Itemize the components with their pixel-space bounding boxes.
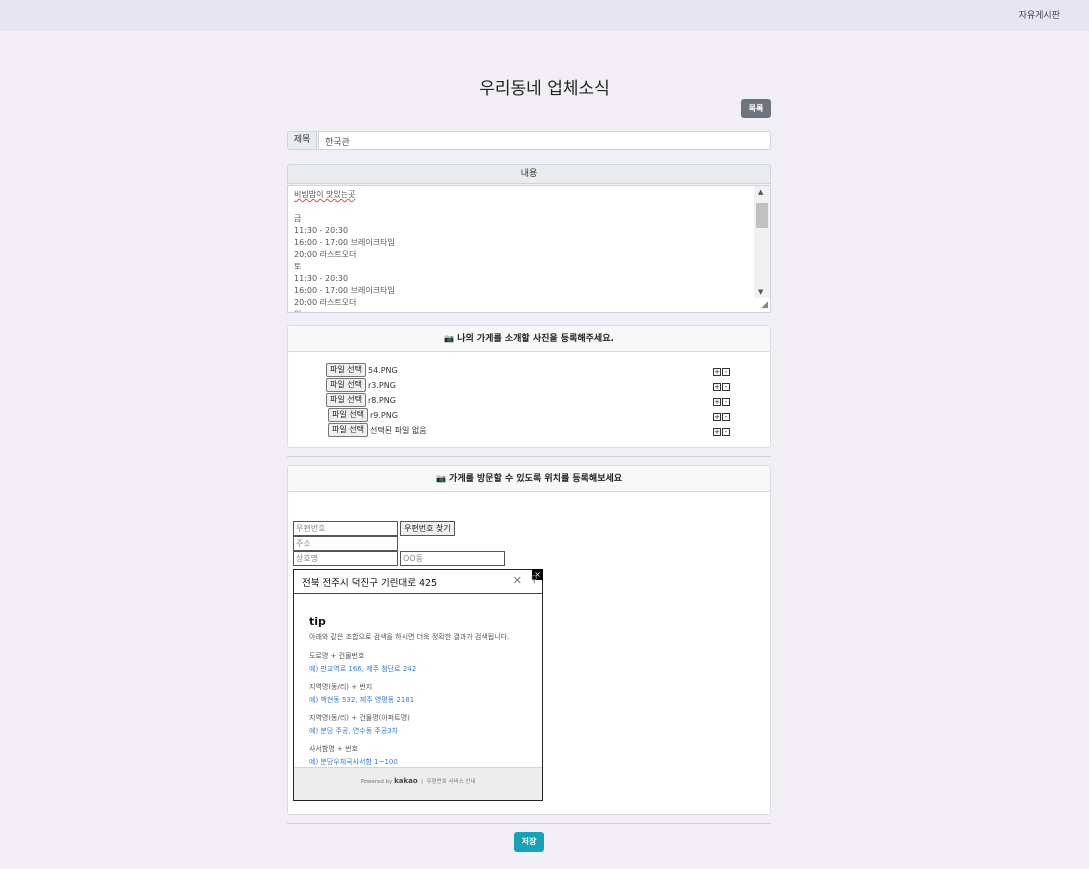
tip-example-label: 도로명 + 건물번호 <box>309 652 365 660</box>
content-line: 토 <box>294 262 302 271</box>
photo-card-header: 📷 나의 가게를 소개할 사진을 등록해주세요. <box>288 326 770 352</box>
file-select-button[interactable]: 파일 선택 <box>328 408 368 422</box>
address-input[interactable]: 주소 <box>293 536 398 551</box>
scroll-down-arrow-icon[interactable]: ▼ <box>758 288 763 296</box>
nav-free-board-link[interactable]: 자유게시판 <box>1019 8 1060 21</box>
file-name: r8.PNG <box>367 395 396 405</box>
content-scrollbar[interactable]: ▲ ▼ <box>754 186 770 298</box>
photo-upload-card: 📷 나의 가게를 소개할 사진을 등록해주세요. 파일 선택 54.PNG 파일 … <box>287 325 771 448</box>
file-row: 파일 선택 선택된 파일 없음 <box>328 423 427 437</box>
scroll-thumb[interactable] <box>756 203 768 228</box>
plus-icon[interactable]: + <box>713 413 721 421</box>
minus-icon[interactable]: - <box>722 368 730 376</box>
file-row: 파일 선택 r3.PNG <box>326 378 396 392</box>
file-row: 파일 선택 r9.PNG <box>328 408 398 422</box>
divider <box>287 823 771 824</box>
add-remove-controls: + - <box>713 397 731 406</box>
postcode-footer: Powered by kakao | 우편번호 서비스 안내 <box>294 767 542 800</box>
content-line: 비빔밥이 맛있는곳 <box>294 190 356 199</box>
minus-icon[interactable]: - <box>722 428 730 436</box>
plus-icon[interactable]: + <box>713 368 721 376</box>
location-card-header: 📷 가게를 방문할 수 있도록 위치를 등록해보세요 <box>288 466 770 492</box>
find-postcode-button[interactable]: 우편번호 찾기 <box>400 521 455 536</box>
postcode-input[interactable]: 우편번호 <box>293 521 398 536</box>
minus-icon[interactable]: - <box>722 383 730 391</box>
tip-example-value: 예) 분당 주공, 연수동 주공3차 <box>309 727 399 735</box>
top-navbar: 자유게시판 <box>0 0 1089 31</box>
content-line: 20:00 라스트오더 <box>294 250 357 259</box>
add-remove-controls: + - <box>713 382 731 391</box>
content-line: 20:00 라스트오더 <box>294 298 357 307</box>
content-header: 내용 <box>287 164 771 184</box>
tip-example-value: 예) 판교역로 166, 제주 첨단로 242 <box>309 665 417 673</box>
postcode-search-bar[interactable]: 전북 전주시 덕진구 기린대로 425 ✕ ⚲ <box>294 570 542 594</box>
file-select-button[interactable]: 파일 선택 <box>328 423 368 437</box>
title-input[interactable]: 한국관 <box>318 131 771 150</box>
location-card-title: 가게를 방문할 수 있도록 위치를 등록해보세요 <box>449 474 623 484</box>
kakao-logo: kakao <box>394 777 418 785</box>
title-label: 제목 <box>287 131 317 150</box>
powered-by-label: Powered by <box>360 779 393 785</box>
file-name: 54.PNG <box>367 365 398 375</box>
file-select-button[interactable]: 파일 선택 <box>326 378 366 392</box>
postcode-search-popup: × 전북 전주시 덕진구 기린대로 425 ✕ ⚲ tip 아래와 같은 조합으… <box>293 569 543 801</box>
tip-description: 아래와 같은 조합으로 검색을 하시면 더욱 정확한 결과가 검색됩니다. <box>309 633 510 641</box>
tip-example-value: 예) 백현동 532, 제주 영평동 2181 <box>309 696 415 704</box>
tip-example-label: 사서함명 + 번호 <box>309 745 358 753</box>
dong-input[interactable]: OO동 <box>400 551 505 566</box>
list-button[interactable]: 목록 <box>741 99 771 118</box>
clear-icon[interactable]: ✕ <box>513 574 522 587</box>
content-line: 금 <box>294 214 302 223</box>
divider <box>287 456 771 457</box>
file-name: r3.PNG <box>367 380 396 390</box>
file-select-button[interactable]: 파일 선택 <box>326 363 366 377</box>
plus-icon[interactable]: + <box>713 398 721 406</box>
file-row: 파일 선택 r8.PNG <box>326 393 396 407</box>
postcode-query[interactable]: 전북 전주시 덕진구 기린대로 425 <box>302 575 437 589</box>
camera-icon: 📷 <box>444 334 455 343</box>
add-remove-controls: + - <box>713 427 731 436</box>
content-line: 16:00 - 17:00 브레이크타임 <box>294 238 395 247</box>
minus-icon[interactable]: - <box>722 398 730 406</box>
camera-icon: 📷 <box>435 474 446 483</box>
tip-title: tip <box>309 615 326 628</box>
tip-example-label: 지역명(동/리) + 번지 <box>309 683 373 691</box>
page-title: 우리동네 업체소식 <box>479 79 610 99</box>
content-textarea[interactable]: 비빔밥이 맛있는곳 금 11:30 - 20:30 16:00 - 17:00 … <box>287 185 771 313</box>
plus-icon[interactable]: + <box>713 428 721 436</box>
postcode-service-link[interactable]: 우편번호 서비스 안내 <box>427 779 476 785</box>
photo-card-title: 나의 가게를 소개할 사진을 등록해주세요. <box>457 334 614 344</box>
resize-handle-icon[interactable]: ◢ <box>758 300 768 310</box>
file-select-button[interactable]: 파일 선택 <box>326 393 366 407</box>
content-line: 11:30 - 20:30 <box>294 274 349 283</box>
search-tip: tip 아래와 같은 조합으로 검색을 하시면 더욱 정확한 결과가 검색됩니다… <box>309 615 534 775</box>
save-button[interactable]: 저장 <box>514 832 544 852</box>
search-icon[interactable]: ⚲ <box>531 574 538 585</box>
tip-example-value: 예) 분당우체국사서함 1~100 <box>309 758 398 766</box>
file-row: 파일 선택 54.PNG <box>326 363 398 377</box>
content-line: 일 <box>294 309 754 312</box>
scroll-up-arrow-icon[interactable]: ▲ <box>758 188 763 196</box>
content-line <box>294 201 754 213</box>
plus-icon[interactable]: + <box>713 383 721 391</box>
add-remove-controls: + - <box>713 412 731 421</box>
file-name: r9.PNG <box>369 410 398 420</box>
shop-name-input[interactable]: 상호명 <box>293 551 398 566</box>
minus-icon[interactable]: - <box>722 413 730 421</box>
content-line: 11:30 - 20:30 <box>294 226 349 235</box>
content-line: 16:00 - 17:00 브레이크타임 <box>294 286 395 295</box>
file-name: 선택된 파일 없음 <box>369 425 427 435</box>
tip-example-label: 지역명(동/리) + 건물명(아파트명) <box>309 714 410 722</box>
title-field-group: 제목 한국관 <box>287 131 771 150</box>
add-remove-controls: + - <box>713 367 731 376</box>
